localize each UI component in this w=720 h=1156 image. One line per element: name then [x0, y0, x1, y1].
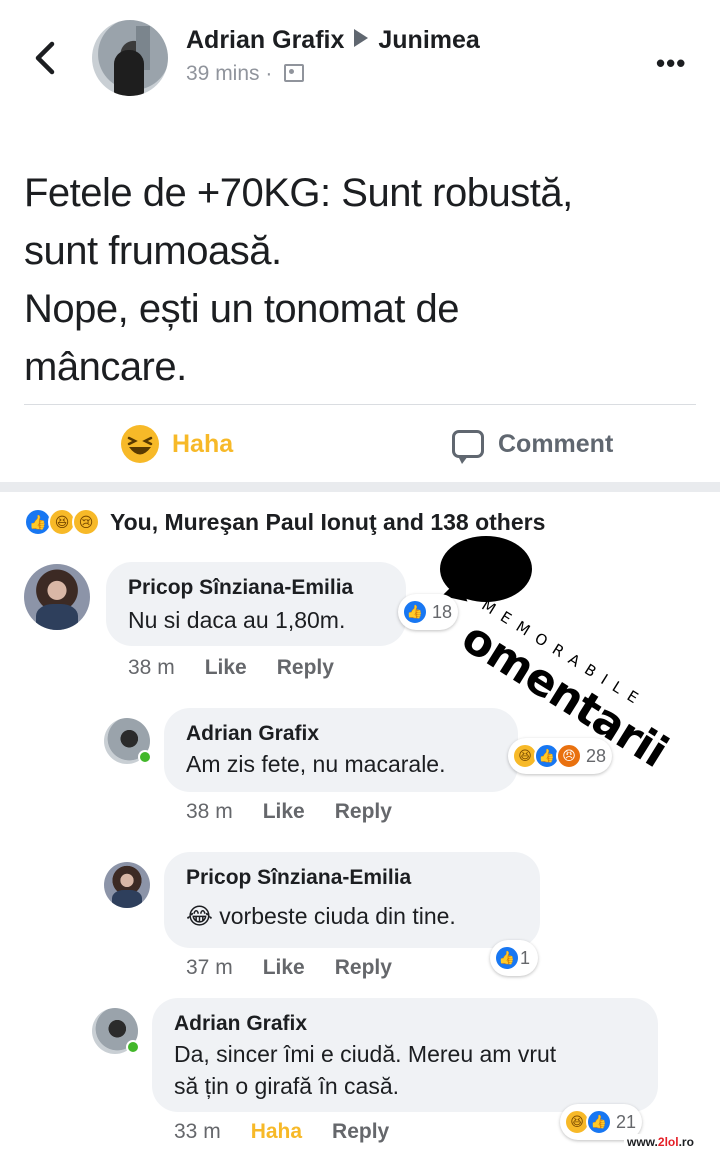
- comment-author[interactable]: Pricop Sînziana-Emilia: [186, 866, 411, 890]
- comment-author[interactable]: Adrian Grafix: [186, 722, 319, 746]
- comment-time: 33 m: [174, 1120, 221, 1143]
- speech-bubble-icon: [452, 430, 484, 464]
- like-thumb-icon: 👍: [586, 1109, 612, 1135]
- comment-text: Am zis fete, nu macarale.: [186, 751, 446, 777]
- comment-label: Comment: [498, 429, 614, 458]
- joy-emoji-icon: 😂: [186, 903, 213, 929]
- author-line: Adrian Grafix Junimea: [186, 26, 480, 55]
- triangle-right-icon: [354, 29, 369, 47]
- angry-emoji-icon: 😠: [556, 743, 582, 769]
- comment-author[interactable]: Pricop Sînziana-Emilia: [128, 576, 353, 600]
- comment-meta: 33 m Haha Reply: [174, 1120, 419, 1144]
- reaction-count: 1: [520, 947, 531, 968]
- site-watermark: www.2lol.ro: [624, 1134, 697, 1150]
- reply-button[interactable]: Reply: [277, 656, 334, 679]
- post-time[interactable]: 39 mins: [186, 62, 260, 85]
- comment-meta: 37 m Like Reply: [186, 956, 422, 980]
- avatar[interactable]: [104, 862, 150, 908]
- comment-button[interactable]: Comment: [452, 420, 613, 468]
- site-brand: 2lol: [657, 1135, 679, 1149]
- comment-reactions[interactable]: 😆 👍 😠 28: [508, 738, 613, 774]
- avatar[interactable]: [24, 564, 90, 630]
- watermark-logo: MEMORABILE omentarii: [428, 528, 718, 778]
- comment-time: 38 m: [186, 800, 233, 823]
- like-button[interactable]: Like: [205, 656, 247, 679]
- comment-text: Nu si daca au 1,80m.: [128, 607, 346, 633]
- comment-text-line: să țin o girafă în casă.: [174, 1073, 400, 1099]
- haha-button[interactable]: Haha: [251, 1120, 302, 1143]
- comment-text-line: Da, sincer îmi e ciudă. Mereu am vrut: [174, 1041, 557, 1067]
- comment-reactions[interactable]: 👍 1: [490, 940, 539, 976]
- reply-button[interactable]: Reply: [332, 1120, 389, 1143]
- speech-bubble-icon: [440, 536, 532, 602]
- section-separator: [0, 482, 720, 492]
- like-thumb-icon: 👍: [402, 599, 428, 625]
- online-indicator: [126, 1040, 140, 1054]
- site-prefix: www.: [627, 1135, 658, 1149]
- group-audience-icon: [284, 64, 305, 82]
- reaction-count: 18: [432, 601, 453, 622]
- post-body: Fetele de +70KG: Sunt robustă, sunt frum…: [24, 164, 704, 396]
- post-text-line: mâncare.: [24, 345, 187, 389]
- group-name[interactable]: Junimea: [378, 26, 479, 54]
- meta-separator: ·: [265, 62, 273, 85]
- post-text-line: Nope, ești un tonomat de: [24, 287, 459, 331]
- comment-reactions[interactable]: 👍 18: [398, 594, 459, 630]
- comment-author[interactable]: Adrian Grafix: [174, 1012, 307, 1036]
- comment-text: Da, sincer îmi e ciudă. Mereu am vrut să…: [174, 1038, 556, 1102]
- like-button[interactable]: Like: [263, 800, 305, 823]
- haha-label: Haha: [172, 429, 234, 458]
- post-meta: 39 mins ·: [186, 62, 305, 86]
- author-avatar[interactable]: [92, 20, 168, 96]
- chevron-left-icon[interactable]: [30, 38, 60, 78]
- comment-meta: 38 m Like Reply: [128, 656, 364, 680]
- post-text-line: sunt frumoasă.: [24, 229, 282, 273]
- post-text-line: Fetele de +70KG: Sunt robustă,: [24, 171, 573, 215]
- reply-button[interactable]: Reply: [335, 800, 392, 823]
- more-options-button[interactable]: •••: [656, 48, 686, 79]
- like-button[interactable]: Like: [263, 956, 305, 979]
- comment-meta: 38 m Like Reply: [186, 800, 422, 824]
- haha-button[interactable]: Haha: [120, 420, 233, 468]
- site-suffix: .ro: [678, 1135, 694, 1149]
- reaction-count: 21: [616, 1111, 637, 1132]
- haha-emoji-icon: [121, 425, 159, 463]
- comment-time: 38 m: [128, 656, 175, 679]
- sad-emoji-icon: 😢: [72, 508, 100, 536]
- comment-text: vorbeste ciuda din tine.: [219, 903, 456, 929]
- divider: [24, 404, 696, 405]
- like-thumb-icon: 👍: [494, 945, 520, 971]
- online-indicator: [138, 750, 152, 764]
- post-header: Adrian Grafix Junimea 39 mins · •••: [0, 0, 720, 110]
- reaction-count: 28: [586, 745, 607, 766]
- reply-button[interactable]: Reply: [335, 956, 392, 979]
- comment-text-row: 😂 vorbeste ciuda din tine.: [186, 900, 456, 932]
- author-name[interactable]: Adrian Grafix: [186, 26, 344, 54]
- comment-time: 37 m: [186, 956, 233, 979]
